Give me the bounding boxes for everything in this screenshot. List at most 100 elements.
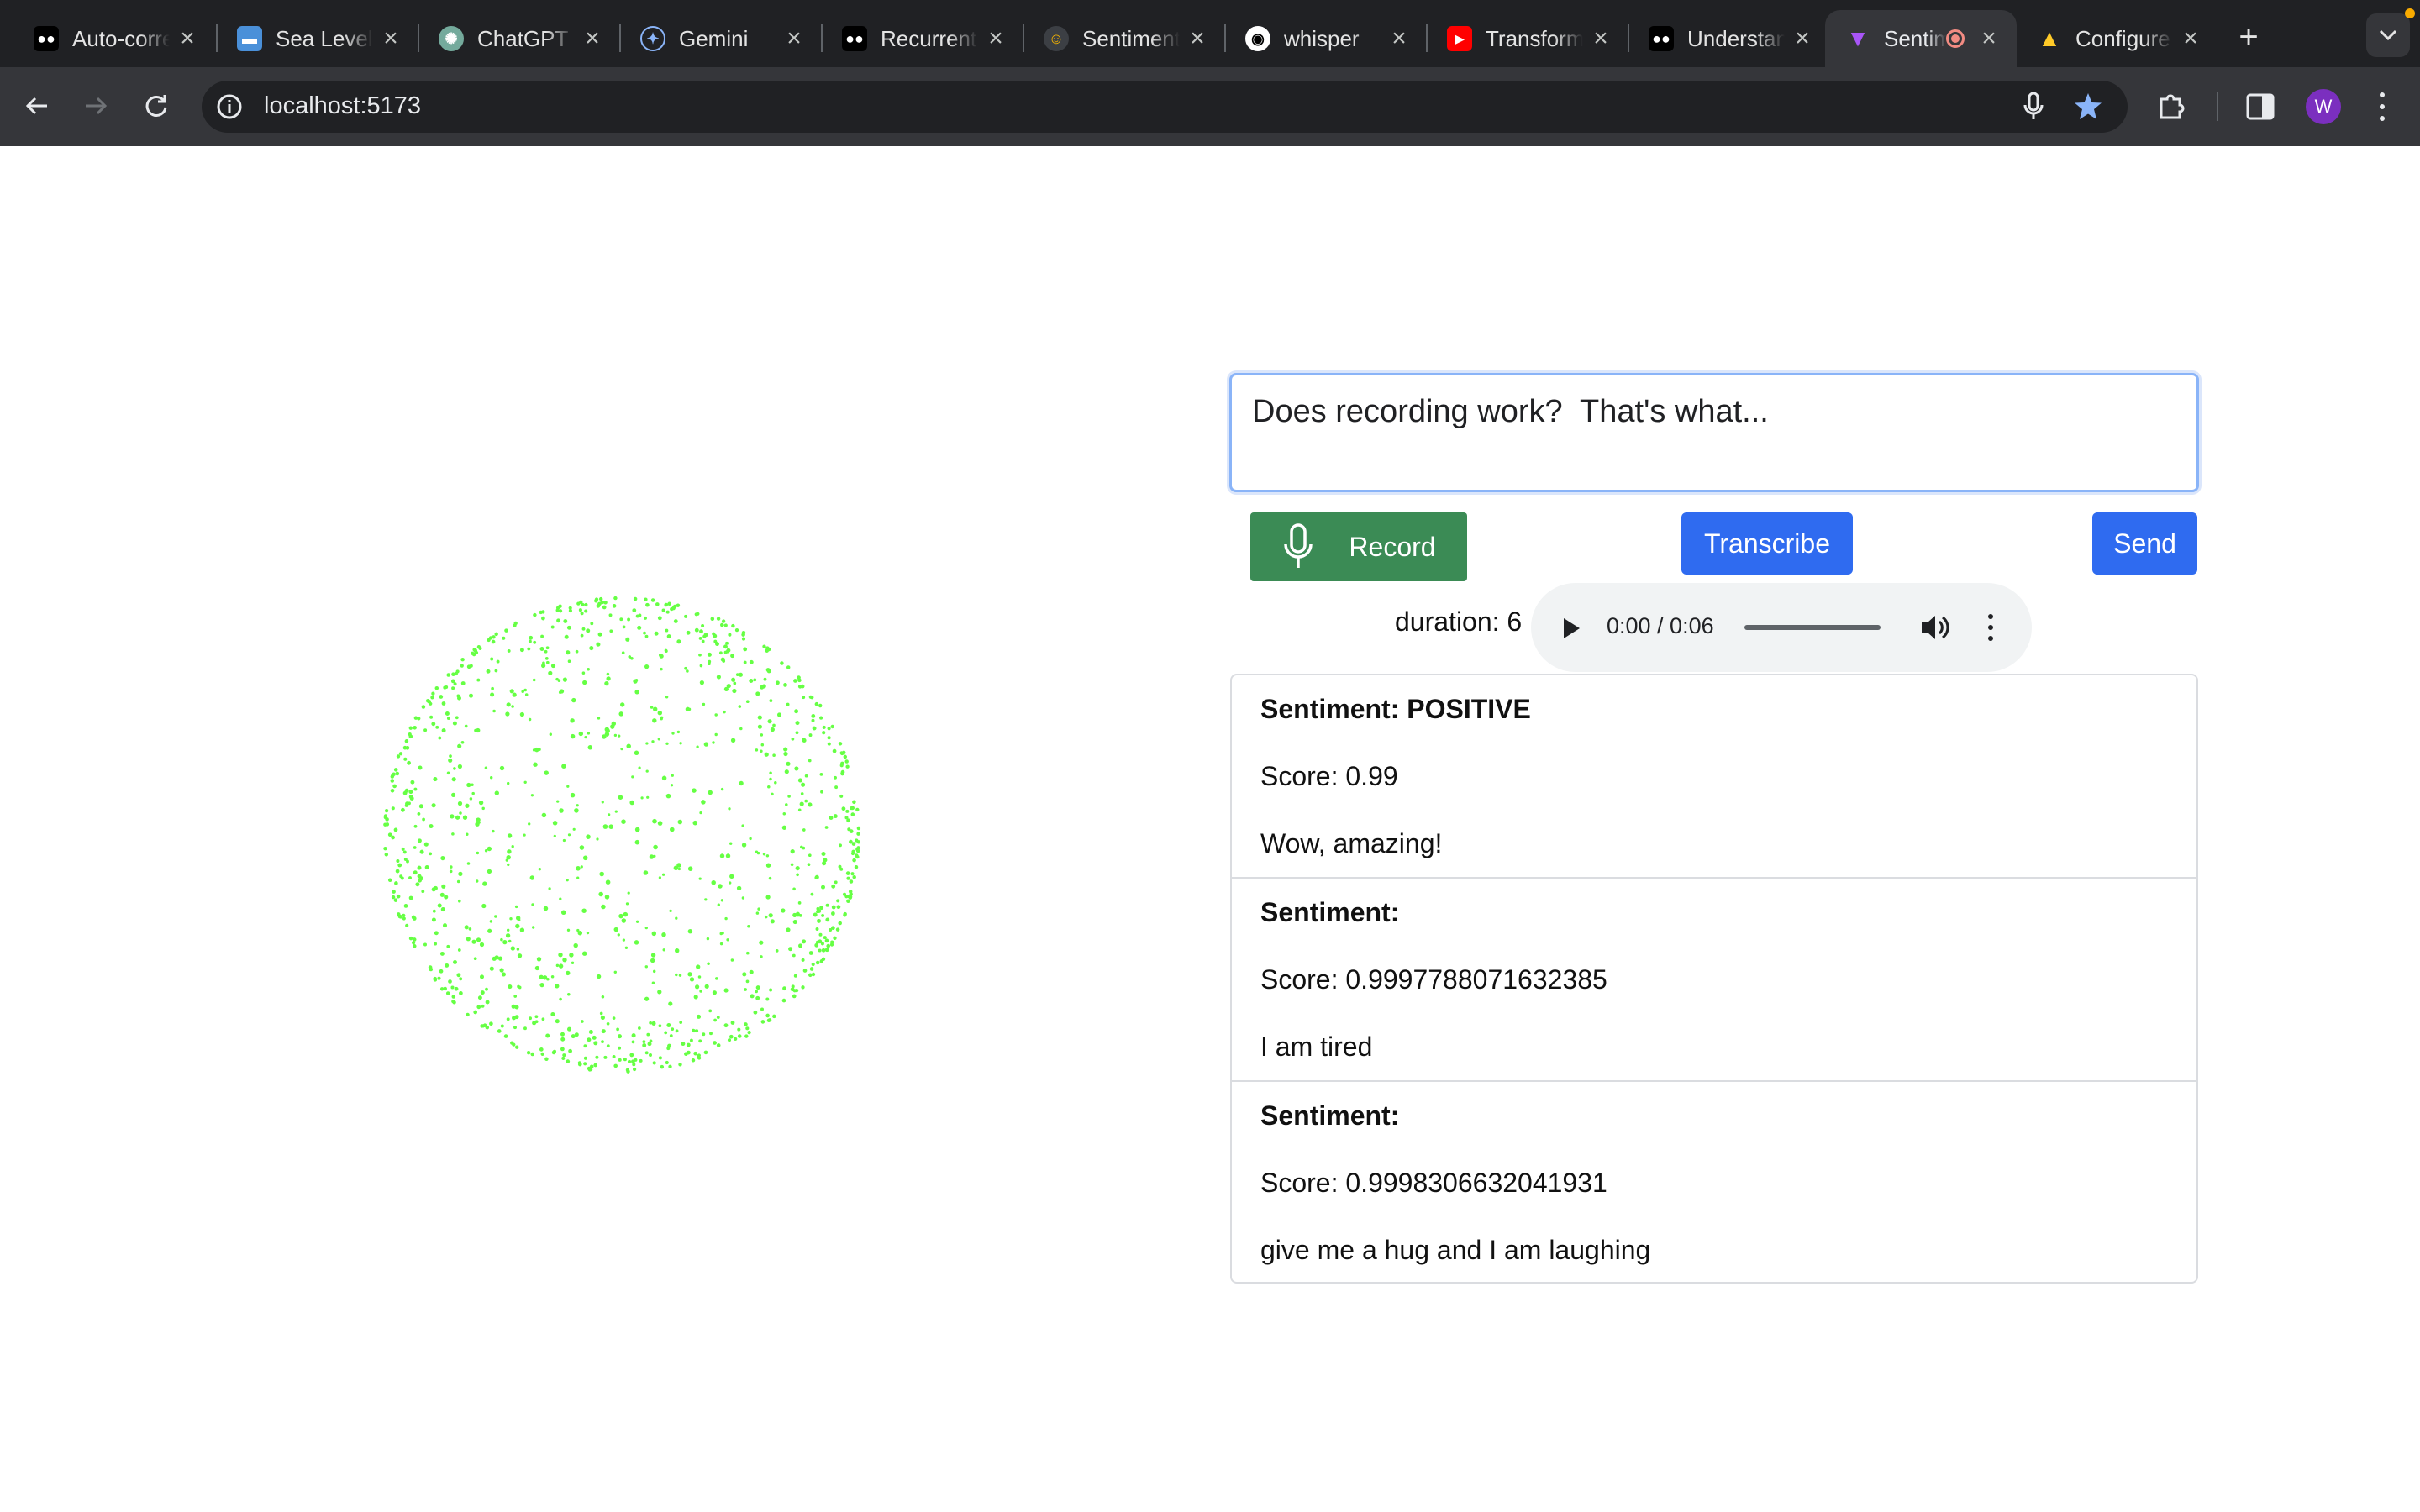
side-panel-icon[interactable]	[2245, 92, 2275, 121]
particle	[664, 648, 668, 653]
particle	[598, 891, 603, 897]
particle	[808, 802, 813, 807]
particle	[457, 696, 461, 701]
volume-icon[interactable]	[1919, 613, 1951, 642]
tab-7[interactable]: ▶ Transformer ×	[1427, 10, 1628, 67]
particle	[521, 690, 524, 694]
close-icon[interactable]: ×	[1386, 24, 1412, 53]
particle	[794, 766, 799, 771]
particle	[825, 903, 829, 907]
particle	[644, 1051, 649, 1055]
close-icon[interactable]: ×	[2178, 24, 2203, 53]
tab-9-active[interactable]: ▼ Sentiment ×	[1825, 10, 2017, 67]
back-button[interactable]	[15, 84, 59, 128]
particle	[528, 717, 532, 722]
new-tab-button[interactable]: +	[2227, 15, 2270, 59]
particle	[512, 692, 517, 697]
close-icon[interactable]: ×	[781, 24, 807, 53]
particle	[391, 774, 395, 778]
particle	[578, 608, 582, 612]
transcript-textarea[interactable]: Does recording work? That's what...	[1229, 373, 2199, 492]
tab-10[interactable]: ▲ Configure ×	[2017, 10, 2218, 67]
close-icon[interactable]: ×	[1790, 24, 1815, 53]
particle	[451, 832, 455, 836]
particle	[489, 1021, 493, 1026]
close-icon[interactable]: ×	[1185, 24, 1210, 53]
particle	[714, 713, 718, 717]
close-icon[interactable]: ×	[1976, 24, 2002, 53]
particle	[488, 636, 493, 640]
tab-search-button[interactable]	[2366, 13, 2410, 57]
close-icon[interactable]: ×	[580, 24, 605, 53]
close-icon[interactable]: ×	[175, 24, 200, 53]
record-button[interactable]: Record	[1250, 512, 1467, 581]
tab-2[interactable]: ✺ ChatGPT ×	[418, 10, 620, 67]
particle	[481, 903, 487, 909]
tab-0[interactable]: ●● Auto-correct ×	[13, 10, 215, 67]
particle-sphere-visualization	[383, 596, 861, 1074]
particle	[544, 1057, 549, 1062]
particle	[564, 634, 569, 639]
particle	[687, 972, 692, 977]
extensions-icon[interactable]	[2156, 91, 2188, 123]
particle	[452, 721, 457, 726]
particle	[413, 870, 418, 875]
particle	[485, 1000, 490, 1005]
microphone-icon[interactable]	[2022, 91, 2045, 123]
address-bar[interactable]: localhost:5173	[202, 81, 2128, 133]
close-icon[interactable]: ×	[1588, 24, 1613, 53]
particle	[818, 932, 823, 937]
particle	[454, 671, 458, 676]
tab-6[interactable]: ◉ whisper ×	[1225, 10, 1427, 67]
particle	[450, 792, 456, 798]
reload-button[interactable]	[134, 84, 178, 128]
tab-3[interactable]: ✦ Gemini ×	[620, 10, 822, 67]
particle	[675, 1029, 679, 1033]
particle	[567, 659, 571, 664]
particle	[698, 1039, 702, 1043]
particle	[413, 846, 417, 849]
menu-dot-icon	[2380, 104, 2385, 109]
tab-4[interactable]: ●● Recurrent ×	[822, 10, 1023, 67]
particle	[660, 667, 663, 671]
particle	[821, 957, 826, 961]
particle	[503, 1034, 508, 1038]
particle	[569, 953, 574, 958]
particle	[732, 688, 737, 694]
particle	[391, 895, 396, 900]
particle	[408, 876, 412, 880]
particle	[786, 761, 791, 766]
particle	[744, 1034, 749, 1038]
particle	[476, 678, 481, 682]
site-info-icon[interactable]	[215, 92, 244, 121]
close-icon[interactable]: ×	[983, 24, 1008, 53]
particle	[555, 608, 560, 612]
play-icon[interactable]	[1561, 617, 1581, 640]
profile-avatar[interactable]: W	[2306, 89, 2341, 124]
particle	[821, 948, 826, 953]
particle	[644, 965, 649, 969]
particle	[726, 684, 731, 689]
particle	[702, 702, 706, 706]
seek-slider[interactable]	[1744, 625, 1881, 630]
forward-button[interactable]	[74, 84, 118, 128]
particle	[833, 936, 837, 940]
particle	[692, 788, 697, 793]
particle	[583, 1056, 587, 1060]
particle	[815, 940, 819, 944]
tab-8[interactable]: ●● Understanding ×	[1628, 10, 1830, 67]
bookmark-star-icon[interactable]	[2072, 91, 2104, 123]
browser-menu-button[interactable]	[2370, 89, 2395, 124]
particle	[497, 1029, 502, 1033]
particle	[602, 734, 607, 739]
particle	[728, 633, 732, 637]
tab-1[interactable]: ▬ Sea Level ×	[217, 10, 418, 67]
transcribe-button[interactable]: Transcribe	[1681, 512, 1853, 575]
tab-5[interactable]: ☺ Sentiment ×	[1023, 10, 1225, 67]
particle	[439, 969, 444, 974]
particle	[719, 932, 723, 936]
send-button[interactable]: Send	[2092, 512, 2197, 575]
particle	[439, 987, 445, 991]
close-icon[interactable]: ×	[378, 24, 403, 53]
player-options-button[interactable]	[1985, 612, 1996, 643]
